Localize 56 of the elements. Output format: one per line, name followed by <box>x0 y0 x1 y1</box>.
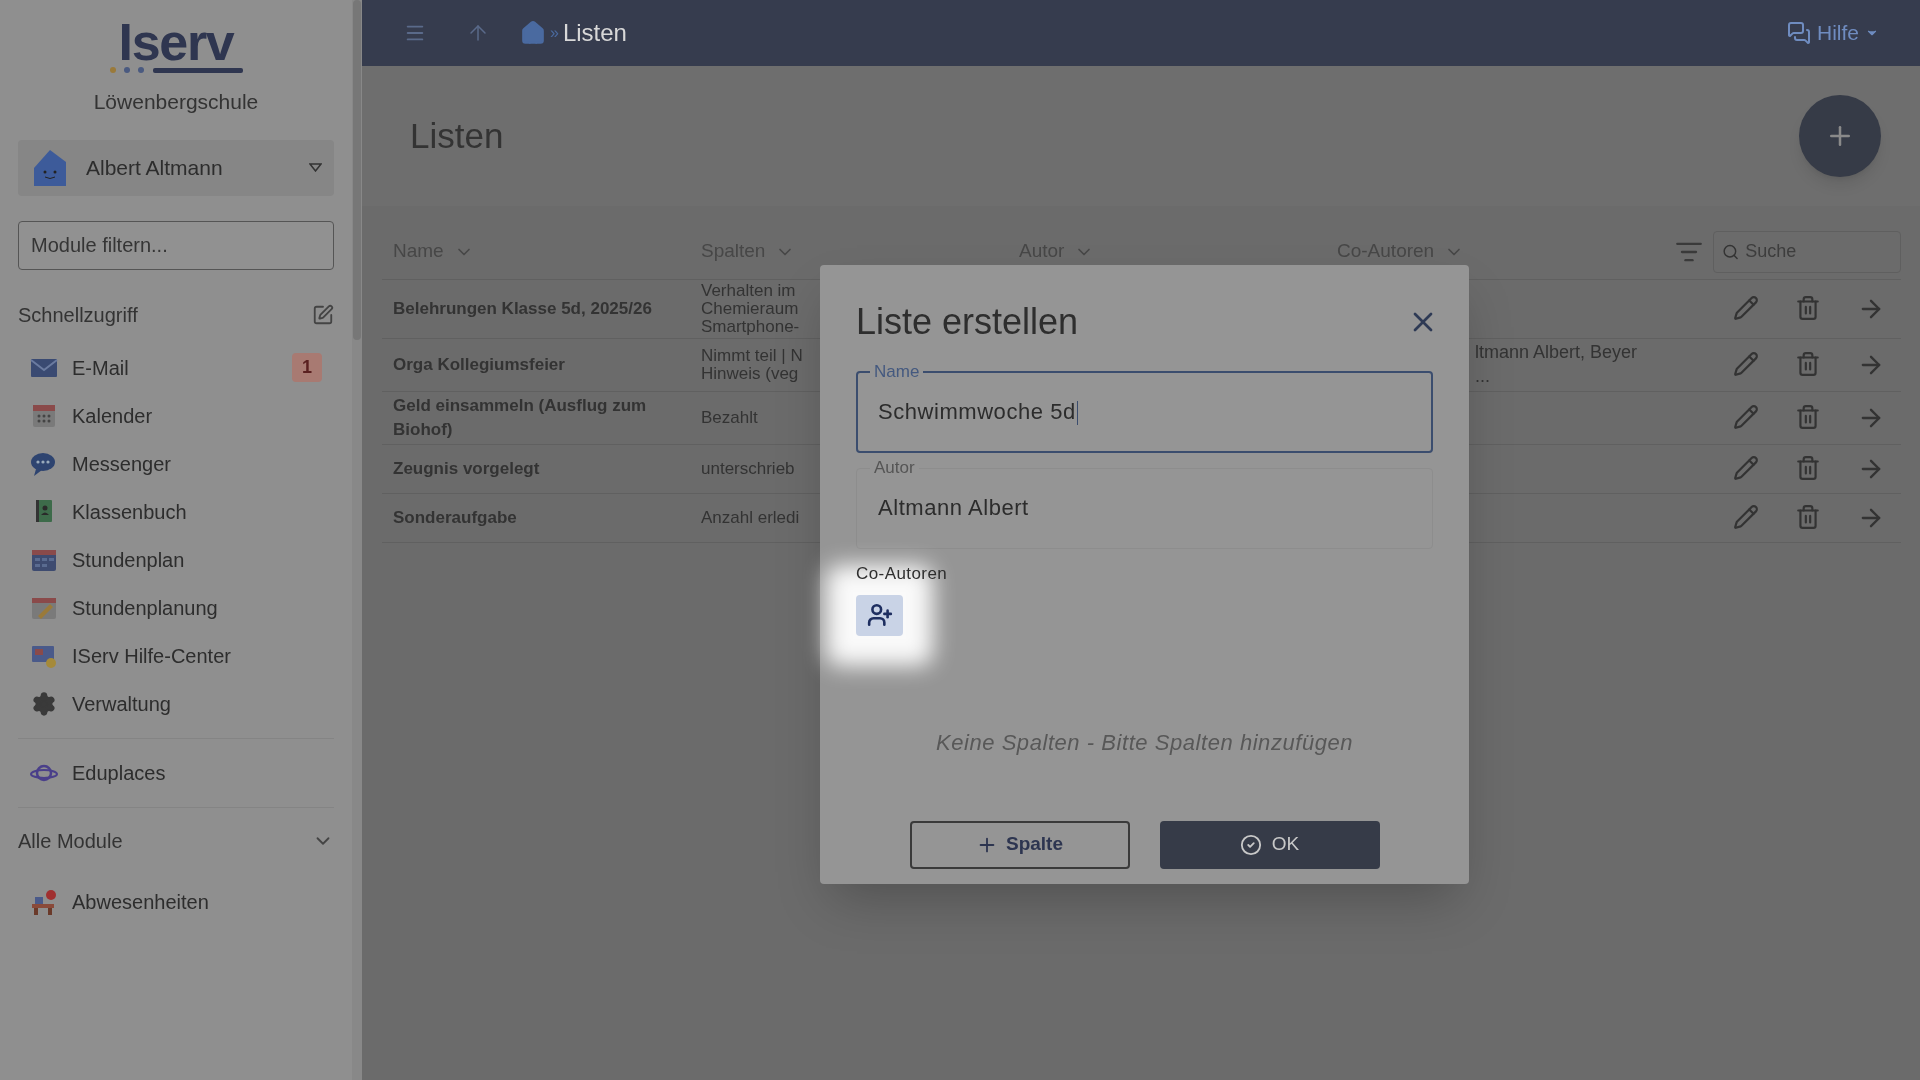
unread-badge: 1 <box>292 353 322 382</box>
list-name: Geld einsammeln (Ausflug zum Biohof) <box>393 396 647 439</box>
section-title: Schnellzugriff <box>18 302 138 328</box>
table-cell-text: Verhalten im Chemieraum Smartphone- <box>701 282 801 336</box>
module-link[interactable]: Eduplaces <box>18 748 334 797</box>
home-icon[interactable] <box>520 20 546 46</box>
delete-icon[interactable] <box>1795 404 1821 430</box>
module-link[interactable]: Stundenplan <box>18 535 334 584</box>
module-link[interactable]: IServ Hilfe-Center <box>18 631 334 680</box>
module-link[interactable]: Stundenplanung <box>18 583 334 632</box>
list-name: Orga Kollegiumsfeier <box>393 355 565 374</box>
module-link[interactable]: E-Mail 1 <box>18 343 334 392</box>
list-name: Zeugnis vorgelegt <box>393 459 540 478</box>
module-link[interactable]: Verwaltung <box>18 679 334 728</box>
ok-button[interactable]: OK <box>1159 820 1380 869</box>
add-column-button[interactable]: Spalte <box>909 820 1130 869</box>
edit-icon[interactable] <box>1733 295 1759 321</box>
chat-icon <box>1787 21 1811 45</box>
coauthors-label: Co-Autoren <box>856 563 948 585</box>
section-title: Alle Module <box>18 828 123 854</box>
module-link[interactable]: Kalender <box>18 391 334 440</box>
logo: Iserv <box>108 18 244 74</box>
dialog-title: Liste erstellen <box>856 300 1079 344</box>
scrollbar-thumb[interactable] <box>353 0 361 340</box>
breadcrumb-current: Listen <box>562 18 627 48</box>
page-title: Listen <box>410 114 504 157</box>
caret-icon <box>309 163 322 172</box>
table-cell-text: unterschrieb <box>701 460 796 478</box>
table-cell-text: Anzahl erledi <box>701 509 801 527</box>
module-link[interactable]: Abwesenheiten <box>18 877 334 926</box>
delete-icon[interactable] <box>1795 504 1821 530</box>
list-name: Belehrungen Klasse 5d, 2025/26 <box>393 299 652 318</box>
module-link[interactable]: Klassenbuch <box>18 487 334 536</box>
table-cell-text: Bezahlt <box>701 409 759 427</box>
add-person-icon <box>866 602 893 628</box>
help-menu[interactable]: Hilfe <box>1787 17 1879 49</box>
edit-icon[interactable] <box>1733 404 1759 430</box>
edit-icon[interactable] <box>312 303 334 326</box>
module-link[interactable]: Messenger <box>18 439 334 488</box>
edit-icon[interactable] <box>1733 351 1759 377</box>
edit-icon[interactable] <box>1733 455 1759 481</box>
school-name: Löwenbergschule <box>93 89 259 115</box>
settings-icon <box>31 690 57 717</box>
table-cell: ltmann Albert, Beyer ... <box>1475 342 1638 386</box>
check-circle-icon <box>1239 833 1262 856</box>
user-menu[interactable]: Albert Altmann <box>18 139 334 196</box>
delete-icon[interactable] <box>1795 455 1821 481</box>
add-coauthor-button[interactable] <box>856 594 903 636</box>
list-name: Sonderaufgabe <box>393 508 517 527</box>
empty-columns-message: Keine Spalten - Bitte Spalten hinzufügen <box>935 728 1354 757</box>
delete-icon[interactable] <box>1795 351 1821 377</box>
desk-icon <box>30 887 58 916</box>
delete-icon[interactable] <box>1795 295 1821 321</box>
breadcrumb-separator: » <box>550 23 559 43</box>
module-filter-field[interactable]: Module filtern... <box>18 220 334 270</box>
edit-icon[interactable] <box>1733 504 1759 530</box>
